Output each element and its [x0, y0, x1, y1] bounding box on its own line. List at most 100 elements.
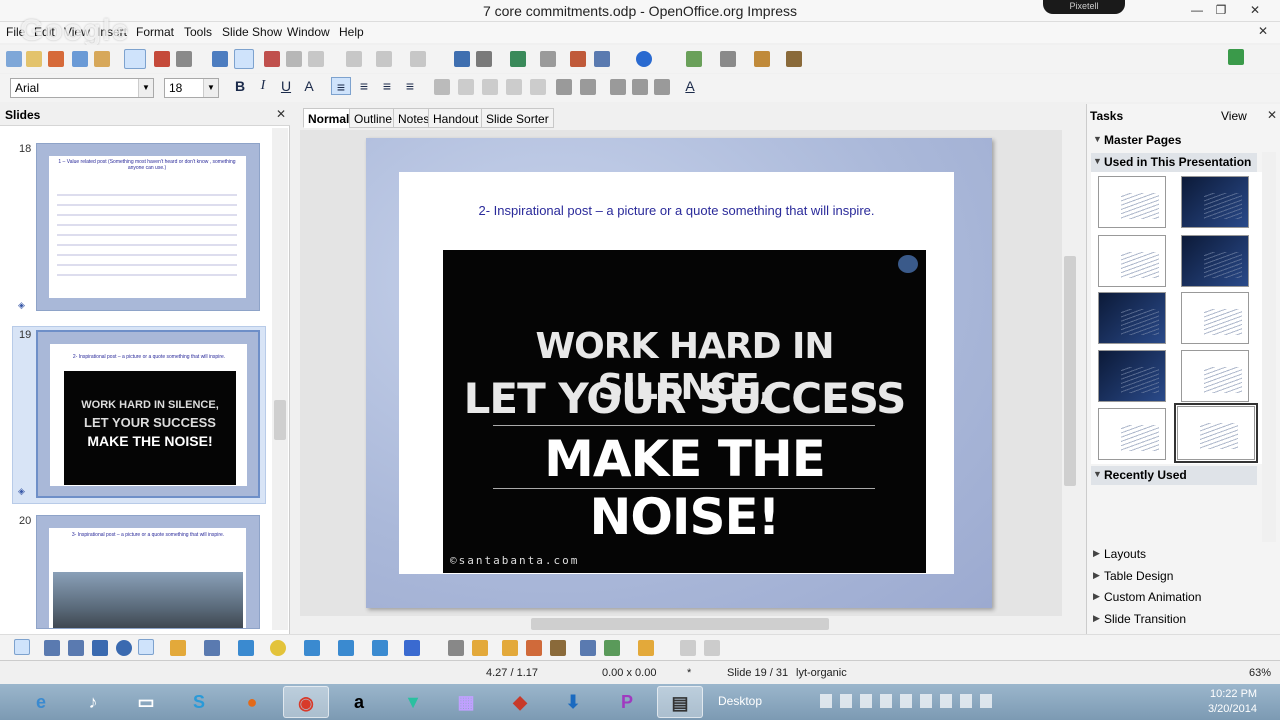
slide-icon[interactable]	[686, 51, 702, 67]
extrusion-icon[interactable]	[680, 640, 696, 656]
chevron-down-icon[interactable]: ▼	[203, 79, 218, 97]
chevron-down-icon[interactable]: ▼	[138, 79, 153, 97]
rotate-icon[interactable]	[580, 640, 596, 656]
promote-icon[interactable]	[458, 79, 474, 95]
table-icon[interactable]	[476, 51, 492, 67]
underline-button[interactable]: U	[276, 77, 296, 95]
gallery-icon[interactable]	[550, 640, 566, 656]
paragraph-icon[interactable]	[580, 79, 596, 95]
spacing-icon[interactable]	[654, 79, 670, 95]
clock-time[interactable]: 10:22 PM	[1210, 688, 1257, 700]
app-icon[interactable]: ▼	[390, 686, 436, 718]
undo-icon[interactable]	[376, 51, 392, 67]
app-icon[interactable]: ▦	[443, 686, 489, 718]
slide-show-icon[interactable]	[786, 51, 802, 67]
arrow-icon[interactable]	[68, 640, 84, 656]
open-icon[interactable]	[26, 51, 42, 67]
shadow-button[interactable]: A	[299, 77, 319, 95]
spellcheck-icon[interactable]	[212, 51, 228, 67]
master-page-thumbnail[interactable]	[1181, 350, 1249, 402]
close-icon[interactable]: ✕	[276, 107, 286, 121]
master-page-thumbnail[interactable]	[1181, 176, 1249, 228]
close-icon[interactable]: ✕	[1267, 108, 1277, 122]
master-page-thumbnail[interactable]	[1181, 292, 1249, 344]
align-left-button[interactable]: ≡	[331, 77, 351, 95]
ellipse-icon[interactable]	[116, 640, 132, 656]
update-download-icon[interactable]	[1228, 49, 1244, 65]
close-button[interactable]: ✕	[1244, 2, 1266, 18]
center-button[interactable]: ≡	[354, 77, 374, 95]
close-document-icon[interactable]: ✕	[1252, 23, 1274, 39]
download-icon[interactable]: ⬇	[550, 686, 596, 718]
master-page-thumbnail[interactable]	[1098, 235, 1166, 287]
effects-icon[interactable]	[704, 640, 720, 656]
curve-icon[interactable]	[170, 640, 186, 656]
slide-thumbnail-20[interactable]: 3- Inspirational post – a picture or a q…	[36, 515, 260, 629]
slide-thumbnail-18[interactable]: 1 – Value related post (Something most h…	[36, 143, 260, 311]
tab-outline[interactable]: Outline	[349, 108, 398, 128]
fontwork-icon[interactable]	[502, 640, 518, 656]
canvas-vertical-scrollbar[interactable]	[1062, 130, 1078, 616]
callouts-icon[interactable]	[372, 640, 388, 656]
master-page-thumbnail[interactable]	[1098, 350, 1166, 402]
bullets-icon[interactable]	[434, 79, 450, 95]
zoom-icon[interactable]	[594, 51, 610, 67]
line-icon[interactable]	[44, 640, 60, 656]
chart-icon[interactable]	[454, 51, 470, 67]
paste-icon[interactable]	[308, 51, 324, 67]
basic-shapes-icon[interactable]	[238, 640, 254, 656]
redo-icon[interactable]	[410, 51, 426, 67]
master-pages-section[interactable]: ▼ Master Pages	[1091, 131, 1257, 150]
chrome-icon[interactable]: ◉	[283, 686, 329, 718]
stars-icon[interactable]	[404, 640, 420, 656]
app-icon[interactable]: ◆	[497, 686, 543, 718]
master-page-thumbnail[interactable]	[1098, 176, 1166, 228]
master-page-thumbnail[interactable]	[1098, 292, 1166, 344]
symbol-shapes-icon[interactable]	[270, 640, 286, 656]
tab-handout[interactable]: Handout	[428, 108, 484, 128]
autospell-icon[interactable]	[234, 49, 254, 69]
hyperlink-icon[interactable]	[510, 51, 526, 67]
new-icon[interactable]	[6, 51, 22, 67]
grid-icon[interactable]	[540, 51, 556, 67]
glue-points-icon[interactable]	[472, 640, 488, 656]
skype-icon[interactable]: S	[176, 686, 222, 718]
file-explorer-icon[interactable]: ▭	[123, 686, 169, 718]
minimize-button[interactable]: —	[1186, 2, 1208, 18]
menu-format[interactable]: Format	[136, 25, 174, 39]
restore-button[interactable]: ❐	[1210, 2, 1232, 18]
pdf-icon[interactable]: P	[604, 686, 650, 718]
master-page-thumbnail[interactable]	[1174, 403, 1258, 463]
points-icon[interactable]	[448, 640, 464, 656]
font-name-combo[interactable]: Arial ▼	[10, 78, 154, 98]
tab-normal[interactable]: Normal	[303, 108, 355, 128]
font-size-combo[interactable]: 18 ▼	[164, 78, 219, 98]
slide-heading[interactable]: 2- Inspirational post – a picture or a q…	[399, 203, 954, 218]
desktop-toolbar-label[interactable]: Desktop	[718, 694, 762, 708]
navigator-icon[interactable]	[570, 51, 586, 67]
impress-icon[interactable]: ▤	[657, 686, 703, 718]
itunes-icon[interactable]: ♪	[70, 686, 116, 718]
layouts-section[interactable]: ▶ Layouts	[1091, 545, 1257, 564]
amazon-icon[interactable]: a	[336, 686, 382, 718]
italic-button[interactable]: I	[253, 77, 273, 95]
recently-used-section[interactable]: ▼ Recently Used	[1091, 466, 1257, 485]
quote-image[interactable]: WORK HARD IN SILENCE, LET YOUR SUCCESS M…	[443, 250, 926, 573]
menu-tools[interactable]: Tools	[184, 25, 212, 39]
from-file-icon[interactable]	[526, 640, 542, 656]
slide-design-icon[interactable]	[754, 51, 770, 67]
connector-icon[interactable]	[204, 640, 220, 656]
export-pdf-icon[interactable]	[154, 51, 170, 67]
print-icon[interactable]	[176, 51, 192, 67]
text-icon[interactable]	[138, 639, 154, 655]
justify-button[interactable]: ≡	[400, 77, 420, 95]
demote-icon[interactable]	[482, 79, 498, 95]
scrollbar-thumb[interactable]	[1064, 256, 1076, 486]
internet-explorer-icon[interactable]: e	[18, 686, 64, 718]
clone-format-icon[interactable]	[346, 51, 362, 67]
bold-button[interactable]: B	[230, 77, 250, 95]
font-color-button[interactable]: A	[680, 77, 700, 95]
zoom-level[interactable]: 63%	[1249, 667, 1271, 679]
help-icon[interactable]	[636, 51, 652, 67]
align-right-button[interactable]: ≡	[377, 77, 397, 95]
